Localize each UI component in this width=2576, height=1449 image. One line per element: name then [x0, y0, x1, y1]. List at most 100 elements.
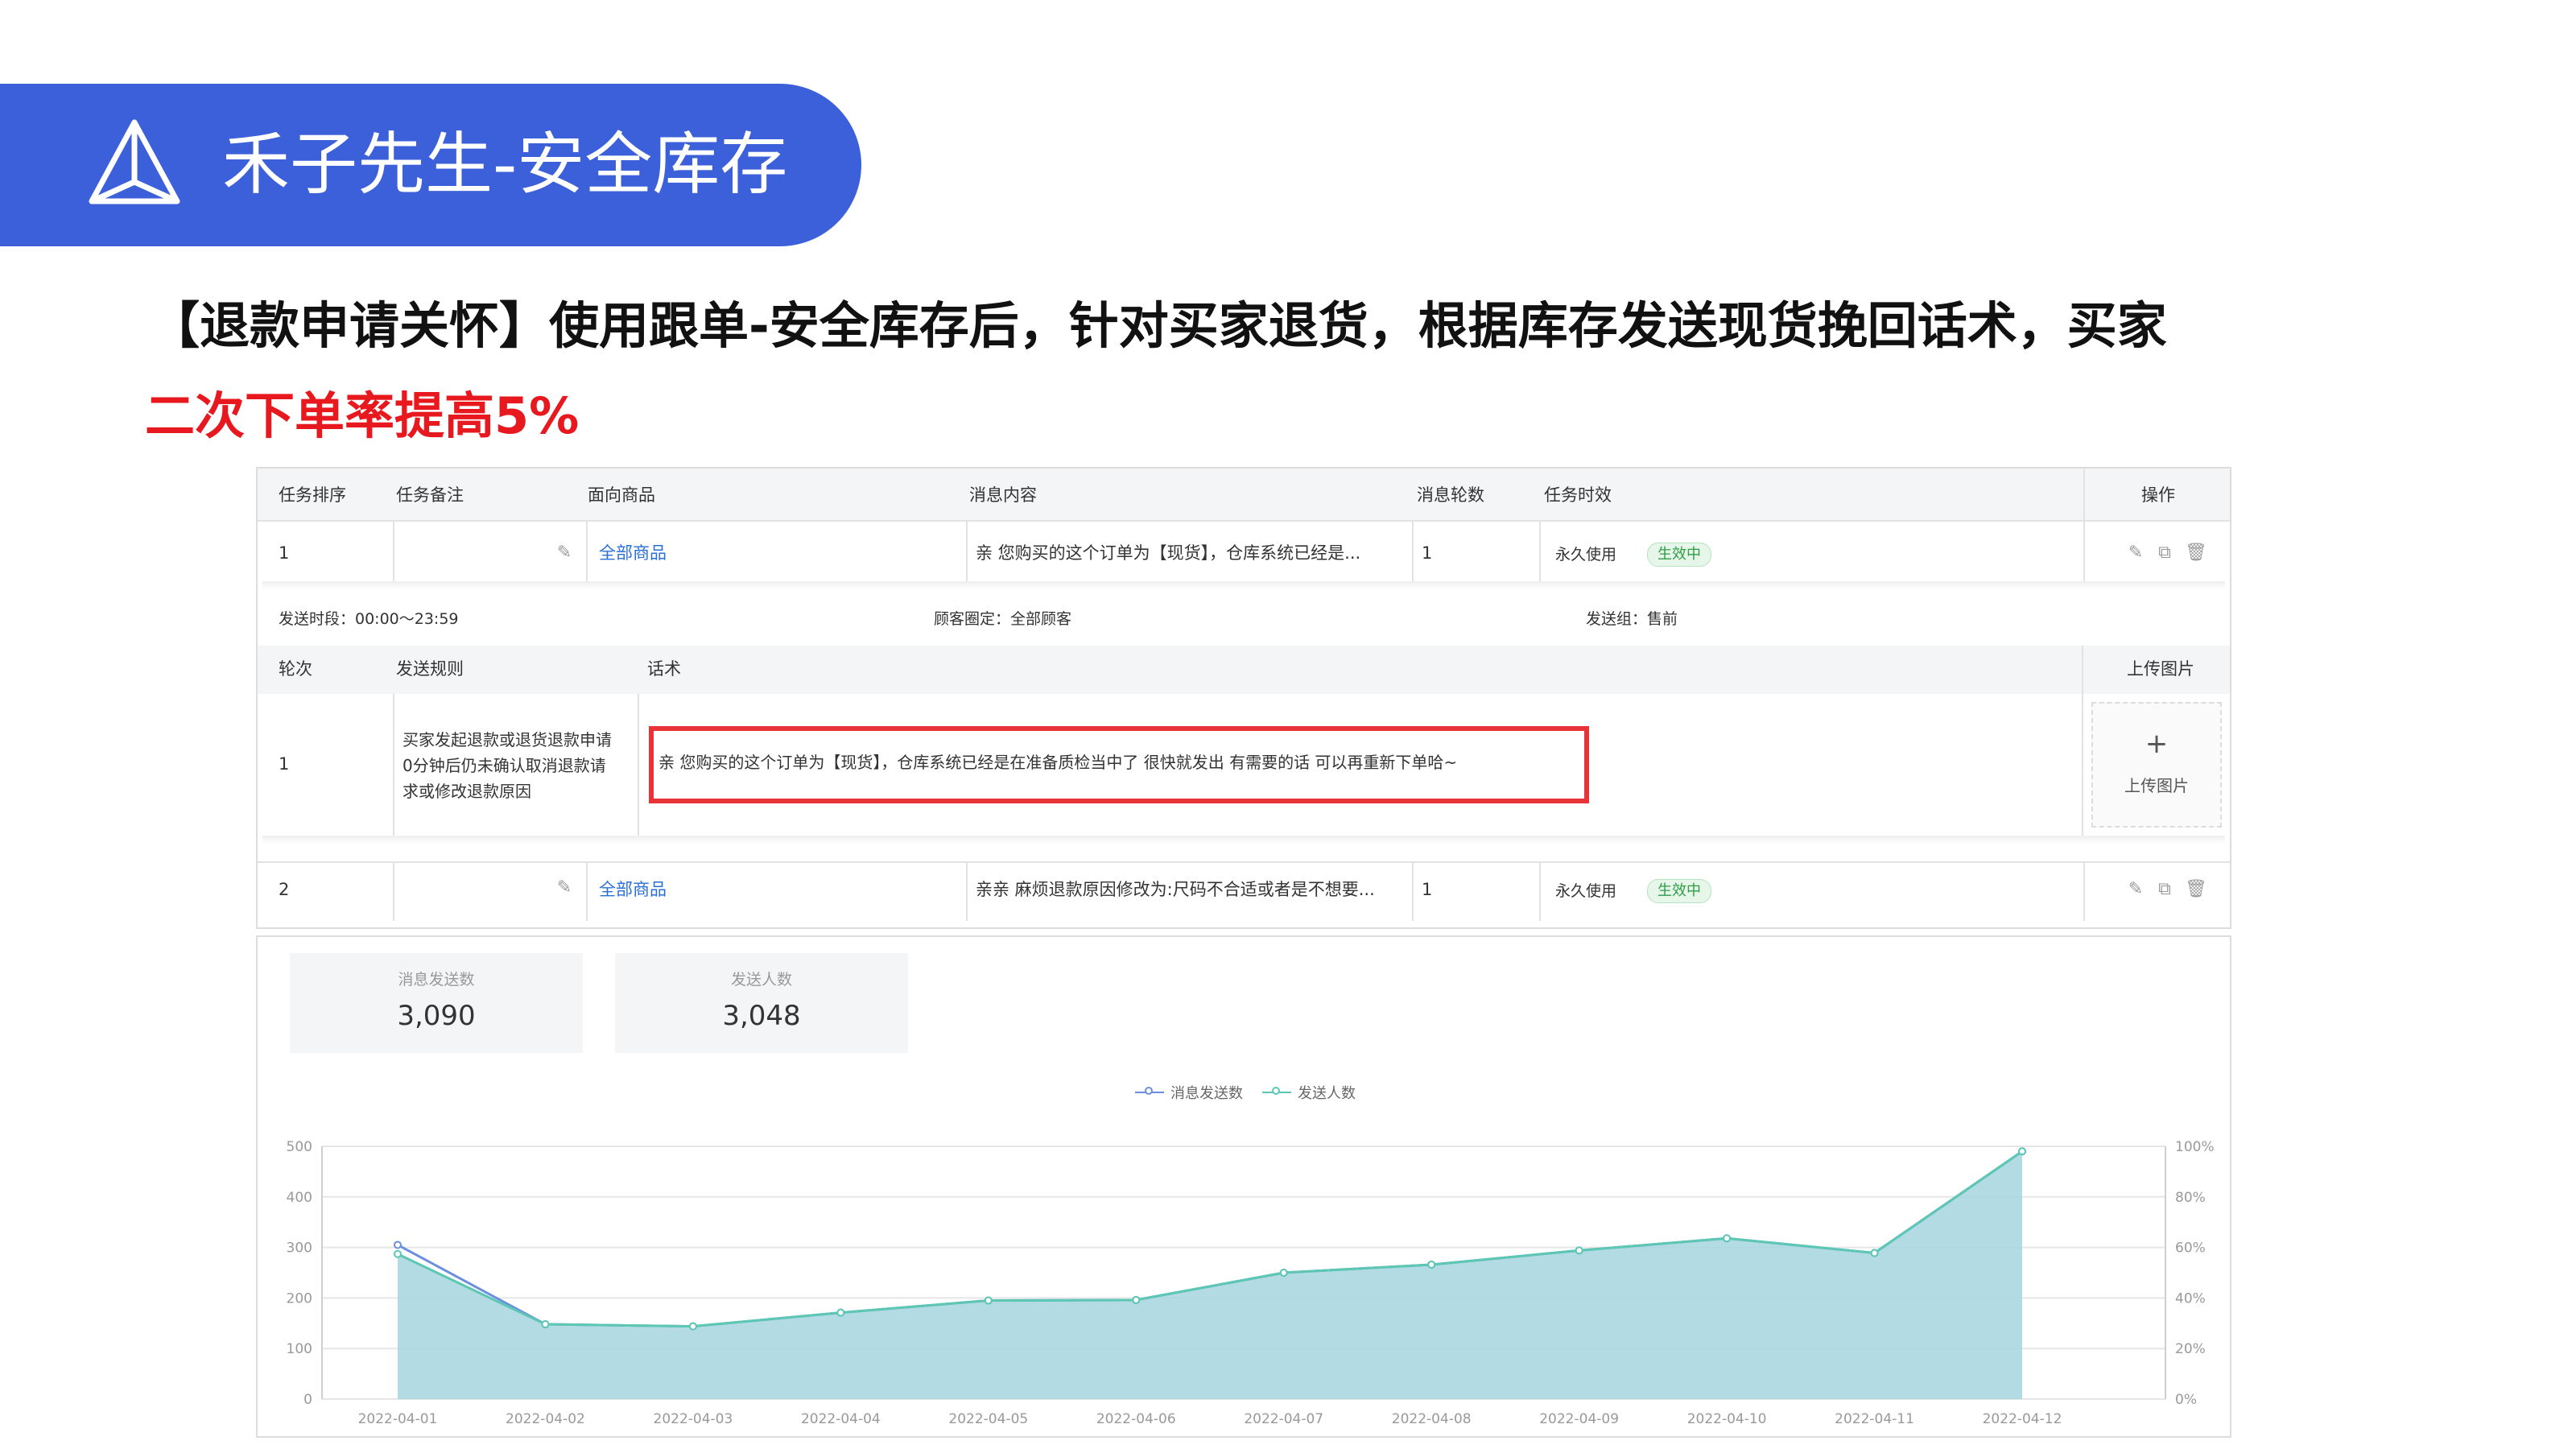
- y2-tick-label: 100%: [2175, 1139, 2215, 1155]
- col-divider: [1539, 863, 1541, 921]
- edit-note-icon[interactable]: ✎: [555, 544, 573, 562]
- row2-message-content: 亲亲 麻烦退款原因修改为:尺码不合适或者是不想要...: [976, 880, 1375, 899]
- data-point: [1132, 1295, 1141, 1304]
- plus-icon: +: [2145, 728, 2169, 760]
- send-group: 发送组：售前: [1586, 610, 1678, 628]
- send-period: 发送时段：00:00～23:59: [279, 610, 459, 628]
- stats-chart-panel: 消息发送数 3,090 发送人数 3,048 消息发送数 发送人数 0 0% 100…: [256, 935, 2231, 1438]
- data-point: [1723, 1234, 1732, 1243]
- header-message-content: 消息内容: [969, 485, 1037, 505]
- row1-validity: 永久使用: [1555, 546, 1617, 564]
- col-divider: [2082, 646, 2083, 836]
- data-point: [688, 1322, 697, 1331]
- data-point: [541, 1320, 550, 1329]
- x-tick-label: 2022-04-09: [1539, 1411, 1619, 1427]
- data-point: [1279, 1269, 1288, 1277]
- upload-label: 上传图片: [2124, 776, 2189, 795]
- y-tick-label: 500: [287, 1139, 312, 1155]
- data-point: [1427, 1260, 1436, 1269]
- x-tick-label: 2022-04-02: [506, 1411, 585, 1427]
- banner-title: 禾子先生-安全库存: [222, 125, 788, 204]
- line-chart: 0 0% 100 20% 200 40% 300 60% 400 80% 500 100% 2022-0…: [287, 1139, 2215, 1427]
- x-tick-label: 2022-04-01: [358, 1411, 438, 1427]
- table-header: [258, 469, 2230, 520]
- data-point: [1575, 1246, 1583, 1255]
- header-goods: 面向商品: [588, 485, 655, 505]
- x-tick-label: 2022-04-08: [1392, 1411, 1472, 1427]
- col-divider: [586, 522, 588, 581]
- col-divider: [966, 863, 968, 921]
- script-text: 亲 您购买的这个订单为【现货】，仓库系统已经是在准备质检当中了 很快就发出 有需…: [658, 753, 1458, 772]
- row1-order: 1: [279, 543, 290, 563]
- col-divider: [393, 694, 394, 836]
- data-point: [394, 1249, 402, 1258]
- col-divider: [393, 863, 394, 921]
- x-tick-label: 2022-04-05: [948, 1411, 1028, 1427]
- upload-image-button[interactable]: + 上传图片: [2091, 702, 2222, 828]
- x-tick-label: 2022-04-06: [1096, 1411, 1176, 1427]
- y-tick-label: 300: [287, 1241, 312, 1257]
- row-shadow: [262, 836, 2225, 844]
- y2-tick-label: 20%: [2175, 1341, 2206, 1357]
- y-tick-label: 400: [287, 1190, 312, 1206]
- header-task-note: 任务备注: [396, 485, 464, 505]
- row2-rounds: 1: [1422, 880, 1433, 899]
- detail-round: 1: [279, 754, 290, 774]
- edit-icon[interactable]: ✎: [2127, 881, 2145, 898]
- x-tick-label: 2022-04-03: [654, 1411, 733, 1427]
- sub-header-upload: 上传图片: [2127, 659, 2194, 679]
- title-banner: 禾子先生-安全库存: [0, 84, 861, 246]
- row1-message-content: 亲 您购买的这个订单为【现货】，仓库系统已经是...: [976, 543, 1361, 563]
- edit-note-icon[interactable]: ✎: [555, 879, 573, 897]
- y2-tick-label: 60%: [2175, 1241, 2206, 1257]
- copy-icon[interactable]: ⧉: [2156, 881, 2174, 898]
- col-divider: [638, 694, 639, 836]
- y2-tick-label: 80%: [2175, 1190, 2206, 1206]
- header-message-rounds: 消息轮数: [1417, 485, 1484, 505]
- data-point: [1870, 1249, 1879, 1257]
- row1-rounds: 1: [1422, 543, 1433, 563]
- data-point: [984, 1296, 993, 1305]
- data-point: [836, 1308, 845, 1317]
- x-tick-label: 2022-04-10: [1687, 1411, 1767, 1427]
- edit-icon[interactable]: ✎: [2127, 544, 2145, 562]
- sub-table-header: [258, 646, 2230, 694]
- delete-icon[interactable]: 🗑: [2185, 544, 2207, 562]
- col-divider: [1412, 863, 1414, 921]
- rule-line-3: 求或修改退款原因: [402, 782, 531, 801]
- row-divider: [258, 861, 2230, 863]
- sub-header-round: 轮次: [279, 659, 312, 679]
- actions-divider: [2083, 863, 2085, 921]
- row2-goods-link[interactable]: 全部商品: [599, 877, 667, 902]
- row1-status-badge: 生效中: [1647, 543, 1711, 567]
- data-point: [2018, 1147, 2026, 1156]
- row1-actions: ✎ ⧉ 🗑: [2127, 544, 2207, 562]
- header-task-order: 任务排序: [279, 485, 346, 505]
- x-tick-label: 2022-04-04: [801, 1411, 881, 1427]
- task-table-panel: 任务排序 任务备注 面向商品 消息内容 消息轮数 任务时效 操作 1 ✎ 全部商…: [256, 467, 2231, 929]
- row1-goods-link[interactable]: 全部商品: [599, 541, 667, 565]
- headline-line1: 【退款申请关怀】使用跟单-安全库存后，针对买家退货，根据库存发送现货挽回话术，买…: [150, 296, 2167, 355]
- row2-actions: ✎ ⧉ 🗑: [2127, 881, 2207, 898]
- y2-tick-label: 0%: [2175, 1392, 2197, 1408]
- rule-line-1: 买家发起退款或退货退款申请: [402, 730, 612, 749]
- area-fill: [398, 1151, 2022, 1399]
- pyramid-icon: [89, 119, 180, 204]
- row-shadow: [262, 581, 2225, 589]
- sub-header-script: 话术: [647, 659, 681, 679]
- col-divider: [393, 522, 394, 581]
- delete-icon[interactable]: 🗑: [2185, 881, 2207, 898]
- header-task-validity: 任务时效: [1544, 485, 1612, 505]
- x-tick-label: 2022-04-12: [1983, 1411, 2062, 1427]
- row2-order: 2: [279, 880, 290, 899]
- y-tick-label: 0: [303, 1392, 312, 1408]
- actions-divider: [2083, 469, 2085, 586]
- headline-line2: 二次下单率提高5%: [145, 386, 580, 445]
- sub-header-rule: 发送规则: [396, 659, 464, 679]
- copy-icon[interactable]: ⧉: [2156, 544, 2174, 562]
- x-tick-label: 2022-04-07: [1244, 1411, 1323, 1427]
- x-tick-label: 2022-04-11: [1835, 1411, 1914, 1427]
- row2-validity: 永久使用: [1555, 882, 1617, 900]
- data-point: [394, 1241, 402, 1249]
- row-divider: [258, 520, 2230, 522]
